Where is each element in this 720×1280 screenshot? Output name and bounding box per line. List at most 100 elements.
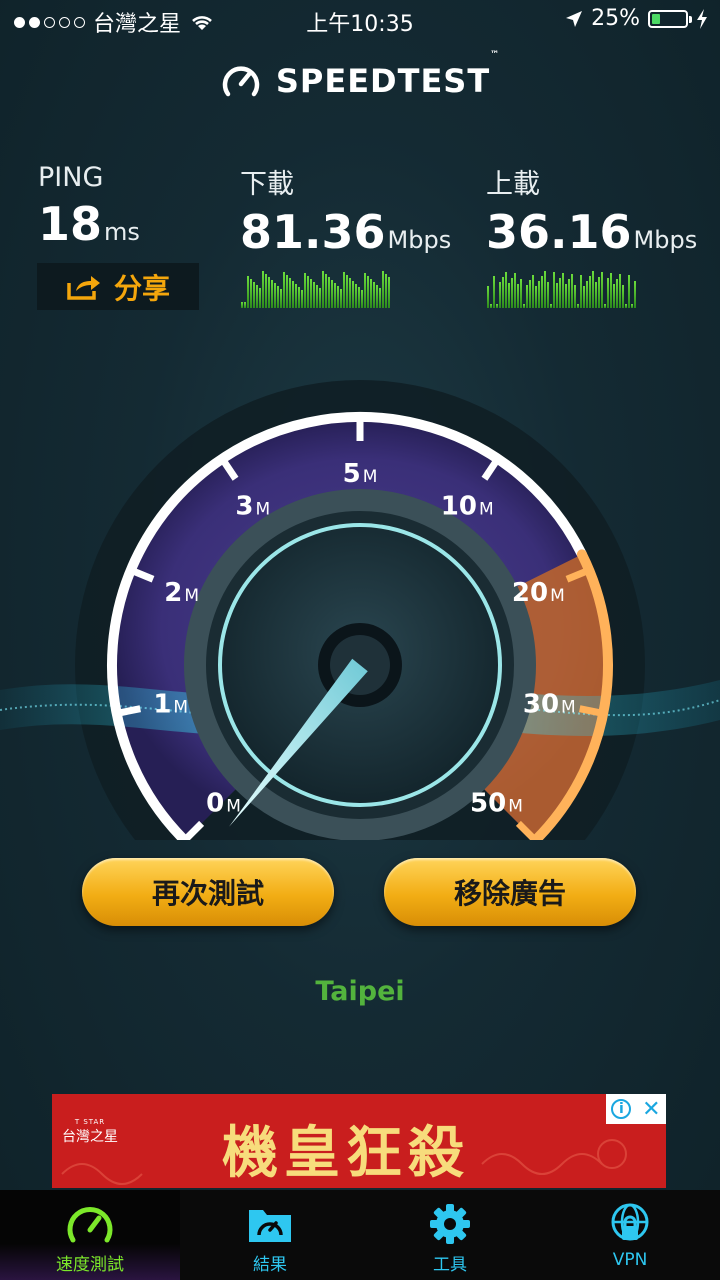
sparkline-bar bbox=[370, 279, 372, 308]
sparkline-bar bbox=[295, 284, 297, 308]
sparkline-bar bbox=[292, 281, 294, 308]
sparkline-bar bbox=[562, 273, 564, 308]
ad-headline: 機皇狂殺 bbox=[222, 1120, 470, 1186]
retest-button[interactable]: 再次測試 bbox=[82, 858, 334, 926]
results-folder-icon bbox=[249, 1210, 291, 1242]
download-sparkline bbox=[241, 266, 393, 308]
sparkline-bar bbox=[571, 274, 573, 308]
sparkline-bar bbox=[508, 283, 510, 308]
tab-vpn[interactable]: VPN bbox=[540, 1190, 720, 1280]
tab-tools[interactable]: 工具 bbox=[360, 1190, 540, 1280]
sparkline-bar bbox=[310, 279, 312, 308]
sparkline-bar bbox=[505, 272, 507, 308]
sparkline-bar bbox=[328, 277, 330, 308]
sparkline-bar bbox=[520, 279, 522, 308]
sparkline-bar bbox=[367, 276, 369, 308]
sparkline-bar bbox=[256, 285, 258, 308]
sparkline-bar bbox=[535, 286, 537, 308]
status-bar: 台灣之星 上午10:35 25% bbox=[0, 0, 720, 40]
sparkline-bar bbox=[355, 284, 357, 308]
sparkline-bar bbox=[349, 278, 351, 308]
sparkline-bar bbox=[565, 284, 567, 308]
location-arrow-icon bbox=[566, 10, 583, 27]
sparkline-bar bbox=[529, 280, 531, 308]
sparkline-bar bbox=[541, 276, 543, 308]
sparkline-bar bbox=[388, 277, 390, 308]
sparkline-bar bbox=[622, 285, 624, 308]
sparkline-bar bbox=[250, 279, 252, 308]
sparkline-bar bbox=[601, 272, 603, 308]
sparkline-bar bbox=[277, 286, 279, 308]
sparkline-bar bbox=[526, 285, 528, 308]
sparkline-bar bbox=[241, 302, 243, 308]
upload-value: 36.16Mbps bbox=[486, 205, 698, 259]
upload-stat: 上載 36.16Mbps bbox=[486, 162, 697, 259]
sparkline-bar bbox=[607, 278, 609, 308]
speedometer-icon bbox=[67, 1207, 113, 1243]
sparkline-bar bbox=[559, 278, 561, 308]
upload-sparkline bbox=[487, 266, 639, 308]
sparkline-bar bbox=[517, 284, 519, 308]
sparkline-bar bbox=[568, 279, 570, 308]
sparkline-bar bbox=[253, 282, 255, 308]
sparkline-bar bbox=[301, 290, 303, 308]
sparkline-bar bbox=[373, 282, 375, 308]
share-label: 分享 bbox=[113, 271, 170, 305]
sparkline-bar bbox=[331, 280, 333, 308]
sparkline-bar bbox=[628, 275, 630, 308]
sparkline-bar bbox=[598, 277, 600, 308]
sparkline-bar bbox=[346, 275, 348, 308]
tab-speed-test-label: 速度測試 bbox=[56, 1255, 124, 1275]
sparkline-bar bbox=[244, 302, 246, 308]
sparkline-bar bbox=[523, 304, 525, 308]
sparkline-bar bbox=[583, 286, 585, 308]
sparkline-bar bbox=[298, 287, 300, 308]
sparkline-bar bbox=[340, 289, 342, 308]
speed-gauge: 0 M1 M2 M3 M5 M10 M20 M30 M50 M bbox=[0, 380, 720, 840]
sparkline-bar bbox=[631, 304, 633, 308]
sparkline-bar bbox=[487, 286, 489, 308]
remove-ads-button[interactable]: 移除廣告 bbox=[384, 858, 636, 926]
sparkline-bar bbox=[364, 273, 366, 308]
sparkline-bar bbox=[379, 288, 381, 308]
sparkline-bar bbox=[307, 276, 309, 308]
sparkline-bar bbox=[634, 281, 636, 308]
speedtest-logo-icon bbox=[222, 66, 260, 97]
ad-info-icon[interactable]: i bbox=[611, 1099, 632, 1119]
sparkline-bar bbox=[283, 272, 285, 308]
sparkline-bar bbox=[496, 304, 498, 308]
sparkline-bar bbox=[493, 276, 495, 308]
sparkline-bar bbox=[592, 271, 594, 308]
ad-banner[interactable]: T STAR 台灣之星 機皇狂殺 i ✕ bbox=[52, 1094, 666, 1188]
download-label: 下載 bbox=[240, 169, 294, 200]
sparkline-bar bbox=[274, 283, 276, 308]
share-button[interactable]: 分享 bbox=[37, 263, 199, 310]
sparkline-bar bbox=[532, 275, 534, 308]
sparkline-bar bbox=[385, 274, 387, 308]
ad-brand-logo: T STAR 台灣之星 bbox=[62, 1118, 118, 1145]
sparkline-bar bbox=[550, 304, 552, 308]
sparkline-bar bbox=[586, 281, 588, 308]
sparkline-bar bbox=[334, 283, 336, 308]
sparkline-bar bbox=[499, 282, 501, 308]
sparkline-bar bbox=[613, 284, 615, 308]
sparkline-bar bbox=[547, 282, 549, 308]
sparkline-bar bbox=[322, 271, 324, 308]
app-header: SPEEDTEST™ bbox=[0, 50, 720, 106]
sparkline-bar bbox=[259, 288, 261, 308]
ad-controls: i ✕ bbox=[606, 1094, 666, 1124]
tab-results[interactable]: 結果 bbox=[180, 1190, 360, 1280]
upload-label: 上載 bbox=[486, 169, 540, 200]
sparkline-bar bbox=[616, 279, 618, 308]
sparkline-bar bbox=[595, 282, 597, 308]
ad-close-icon[interactable]: ✕ bbox=[642, 1097, 660, 1122]
sparkline-bar bbox=[325, 274, 327, 308]
sparkline-bar bbox=[604, 304, 606, 308]
sparkline-bar bbox=[625, 304, 627, 308]
vpn-globe-lock-icon bbox=[611, 1203, 649, 1241]
sparkline-bar bbox=[511, 278, 513, 308]
sparkline-bar bbox=[490, 304, 492, 308]
sparkline-bar bbox=[376, 285, 378, 308]
tab-results-label: 結果 bbox=[253, 1255, 287, 1275]
tab-speed-test[interactable]: 速度測試 bbox=[0, 1190, 180, 1280]
